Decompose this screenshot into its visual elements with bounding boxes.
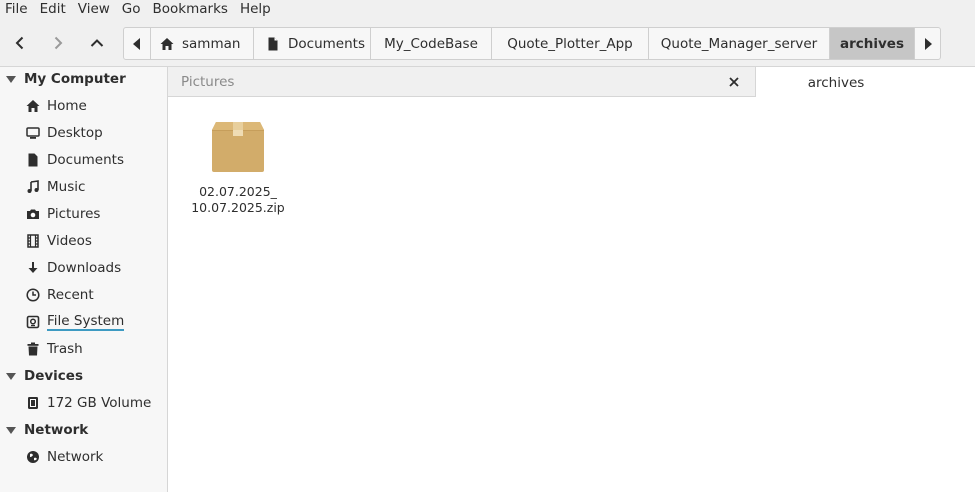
camera-icon	[26, 207, 40, 221]
breadcrumb-quote-plotter-app[interactable]: Quote_Plotter_App	[492, 28, 649, 59]
clock-icon	[26, 288, 40, 302]
expander-triangle-icon	[6, 372, 16, 380]
breadcrumb-scroll-right[interactable]	[915, 28, 940, 59]
sidebar-item-label: Network	[47, 449, 104, 465]
expander-triangle-icon	[6, 75, 16, 83]
expander-triangle-icon	[6, 426, 16, 434]
triangle-right-icon	[924, 37, 932, 50]
file-name-line: 10.07.2025.zip	[191, 200, 285, 215]
file-item[interactable]: 02.07.2025_ 10.07.2025.zip	[190, 119, 286, 216]
sidebar-section-my-computer[interactable]: My Computer	[0, 68, 126, 90]
breadcrumb-label: My_CodeBase	[384, 35, 478, 52]
close-icon	[729, 77, 739, 87]
file-name: 02.07.2025_ 10.07.2025.zip	[190, 184, 286, 216]
harddisk-icon	[26, 396, 40, 410]
file-name-line: 02.07.2025_	[199, 184, 277, 199]
up-button[interactable]	[83, 28, 111, 58]
chevron-up-icon	[90, 39, 104, 47]
sidebar-item-videos[interactable]: Videos	[26, 230, 92, 252]
sidebar-item-trash[interactable]: Trash	[26, 338, 83, 360]
sidebar: My Computer Home Desktop Documents Music…	[0, 67, 168, 492]
sidebar-item-music[interactable]: Music	[26, 176, 85, 198]
section-title: My Computer	[24, 71, 126, 87]
sidebar-item-downloads[interactable]: Downloads	[26, 257, 121, 279]
section-title: Devices	[24, 368, 83, 384]
breadcrumb-documents[interactable]: Documents	[254, 28, 371, 59]
tab-archives[interactable]: archives	[755, 67, 975, 98]
breadcrumb-label: Quote_Manager_server	[660, 35, 818, 52]
menu-go[interactable]: Go	[116, 0, 147, 18]
breadcrumb-quote-manager-server[interactable]: Quote_Manager_server	[649, 28, 830, 59]
chevron-right-icon	[54, 36, 63, 50]
sidebar-item-pictures[interactable]: Pictures	[26, 203, 100, 225]
breadcrumb-label: Documents	[288, 35, 365, 52]
download-arrow-icon	[26, 261, 40, 275]
menu-view[interactable]: View	[72, 0, 116, 18]
breadcrumb-my-codebase[interactable]: My_CodeBase	[371, 28, 492, 59]
tab-bar: Pictures archives	[168, 67, 975, 98]
tab-label: Pictures	[181, 74, 235, 90]
menu-bar: File Edit View Go Bookmarks Help	[0, 0, 975, 18]
tab-close-button[interactable]	[726, 74, 742, 90]
sidebar-item-file-system[interactable]: File System	[26, 311, 125, 333]
sidebar-item-network[interactable]: Network	[26, 446, 103, 468]
back-button[interactable]	[6, 28, 34, 58]
breadcrumb-label: samman	[182, 35, 241, 52]
sidebar-item-label: 172 GB Volume	[47, 395, 152, 411]
tab-pictures[interactable]: Pictures	[168, 67, 755, 97]
menu-bookmarks[interactable]: Bookmarks	[147, 0, 234, 18]
breadcrumb-label: archives	[840, 35, 904, 52]
package-icon	[212, 122, 264, 172]
sidebar-item-label: Documents	[47, 152, 124, 168]
sidebar-item-label: Home	[47, 98, 87, 114]
music-note-icon	[26, 180, 40, 194]
breadcrumb: samman Documents My_CodeBase Quote_Plott…	[123, 27, 941, 60]
breadcrumb-scroll-left[interactable]	[124, 28, 151, 59]
sidebar-item-label: Desktop	[47, 125, 103, 141]
sidebar-item-label: File System	[47, 313, 125, 331]
sidebar-item-label: Recent	[47, 287, 94, 303]
trash-icon	[26, 342, 40, 356]
home-icon	[160, 37, 174, 50]
breadcrumb-label: Quote_Plotter_App	[507, 35, 633, 52]
sidebar-item-label: Trash	[47, 341, 83, 357]
toolbar: samman Documents My_CodeBase Quote_Plott…	[0, 18, 975, 67]
breadcrumb-archives[interactable]: archives	[830, 28, 915, 59]
menu-file[interactable]: File	[0, 0, 34, 18]
sidebar-item-label: Music	[47, 179, 86, 195]
breadcrumb-samman[interactable]: samman	[151, 28, 254, 59]
section-title: Network	[24, 422, 89, 438]
drive-icon	[26, 315, 40, 329]
globe-icon	[26, 450, 40, 464]
sidebar-item-recent[interactable]: Recent	[26, 284, 94, 306]
document-icon	[268, 37, 278, 50]
chevron-left-icon	[15, 36, 24, 50]
sidebar-item-label: Downloads	[47, 260, 122, 276]
film-icon	[26, 234, 40, 248]
menu-edit[interactable]: Edit	[34, 0, 72, 18]
file-view[interactable]: 02.07.2025_ 10.07.2025.zip	[168, 97, 975, 492]
forward-button[interactable]	[44, 28, 72, 58]
tab-label: archives	[807, 74, 865, 91]
sidebar-item-home[interactable]: Home	[26, 95, 87, 117]
menu-help[interactable]: Help	[234, 0, 277, 18]
sidebar-item-label: Videos	[47, 233, 92, 249]
desktop-icon	[26, 126, 40, 140]
document-icon	[26, 153, 40, 167]
sidebar-section-network[interactable]: Network	[0, 419, 88, 441]
sidebar-item-172gb-volume[interactable]: 172 GB Volume	[26, 392, 151, 414]
sidebar-item-label: Pictures	[47, 206, 101, 222]
triangle-left-icon	[133, 37, 140, 50]
home-icon	[26, 99, 40, 113]
sidebar-section-devices[interactable]: Devices	[0, 365, 83, 387]
sidebar-item-documents[interactable]: Documents	[26, 149, 124, 171]
sidebar-item-desktop[interactable]: Desktop	[26, 122, 103, 144]
